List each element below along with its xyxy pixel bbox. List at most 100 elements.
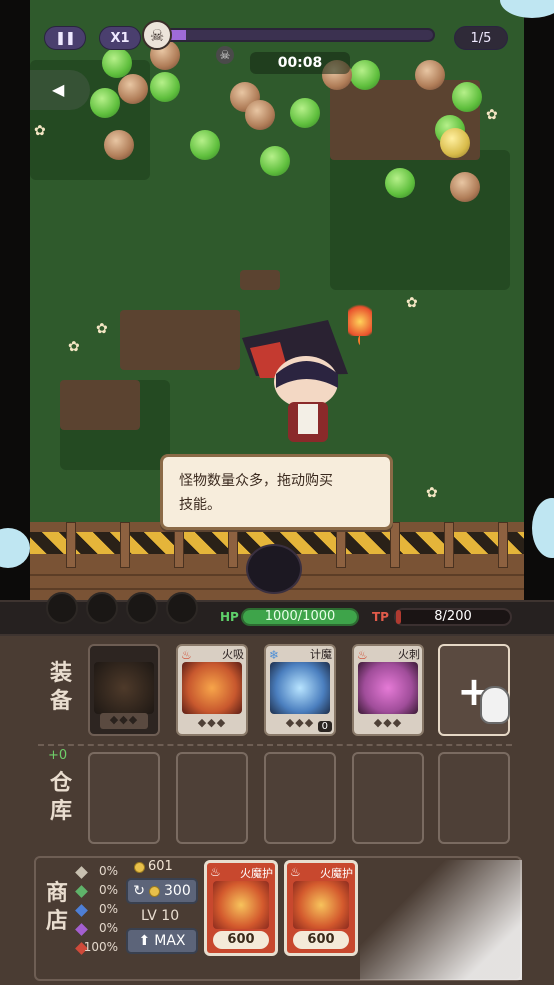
shop-item-name: 火魔护 (240, 867, 273, 880)
price-value: 600 (227, 932, 255, 947)
fire-icon: ♨ (181, 648, 192, 662)
slime-enemy (385, 168, 415, 198)
hp-label: HP (220, 610, 239, 624)
warehouse-slot[interactable] (176, 752, 248, 844)
card-stars: ◆◆◆ (197, 716, 227, 729)
bulb-enemy (245, 100, 275, 130)
fence-post (498, 522, 508, 568)
tornado-art (213, 881, 269, 929)
dirt-patch (120, 310, 240, 370)
refresh-button[interactable]: ↻ 300 (126, 878, 198, 904)
bulb-enemy (118, 74, 148, 104)
slime-enemy (102, 48, 132, 78)
fire-icon: ♨ (290, 865, 301, 879)
pause-button[interactable]: ❚❚ (44, 26, 86, 50)
hp-value: 1000/1000 (264, 609, 336, 624)
arrow-up-icon: ⬆ (138, 933, 151, 949)
slime-enemy (452, 82, 482, 112)
card-count-badge: 0 (317, 721, 332, 732)
upgrade-button[interactable]: ⬆ MAX (126, 928, 198, 954)
warehouse-slot[interactable] (264, 752, 336, 844)
ice-icon: ❄ (269, 648, 280, 662)
speed-button[interactable]: X1 (99, 26, 141, 50)
price-tag: 600 (213, 931, 269, 949)
fence-post (390, 522, 400, 568)
warehouse-label: 仓库 (49, 771, 72, 824)
tutorial-line-1: 怪物数量众多，拖动购买 (179, 473, 333, 489)
tutorial-tooltip: 怪物数量众多，拖动购买 技能。 (160, 454, 393, 530)
add-equipment-slot[interactable]: + (438, 644, 510, 736)
price-tag: 600 (293, 931, 349, 949)
flower-decoration: ✿ (34, 123, 46, 139)
card-name: 火刺 (398, 648, 420, 661)
gold-slime-enemy (440, 128, 470, 158)
card-name: 火吸 (222, 648, 244, 661)
pause-icon: ❚❚ (55, 30, 76, 46)
dark-grass-patch (330, 150, 510, 290)
row-divider (38, 744, 512, 746)
fire-flame-icon (348, 300, 372, 336)
card-stars: ◆◆◆ (100, 713, 148, 729)
shop-item-card[interactable]: ♨ 火魔护 600 (204, 860, 278, 956)
card-art (182, 662, 242, 714)
warehouse-slot[interactable] (438, 752, 510, 844)
card-art (358, 662, 418, 714)
rarity-odds: 0% (98, 864, 118, 878)
flower-decoration: ✿ (486, 107, 498, 123)
fire-icon: ♨ (210, 865, 221, 879)
fence-post (66, 522, 76, 568)
equipment-label: 装备 (49, 661, 72, 714)
slime-enemy (290, 98, 320, 128)
gold-amount: 601 (148, 859, 173, 874)
tp-label: TP (372, 610, 389, 624)
battlefield: ✿ ✿ ✿ ✿ ✿ ✿ (30, 0, 524, 530)
fence-post (120, 522, 130, 568)
bulb-enemy (104, 130, 134, 160)
fire-icon: ♨ (357, 648, 368, 662)
equipment-card-1[interactable]: ◆◆◆ (88, 644, 160, 736)
collapse-arrow-icon[interactable]: ◀ (30, 70, 90, 110)
skill-orb-slot (126, 592, 158, 624)
equipment-card-2[interactable]: ♨ 火吸 ◆◆◆ (176, 644, 248, 736)
pointing-hand-icon (480, 686, 510, 724)
dirt-patch (240, 270, 280, 290)
tornado-art (293, 881, 349, 929)
card-art (94, 662, 154, 714)
upgrade-label: MAX (154, 933, 186, 949)
rarity-odds: 100% (83, 940, 118, 954)
wave-counter: 1/5 (454, 26, 508, 50)
dirt-patch (60, 380, 140, 430)
equipment-card-3[interactable]: ❄ 计魔 ◆◆◆ 0 (264, 644, 336, 736)
slime-enemy (350, 60, 380, 90)
warehouse-slot[interactable] (352, 752, 424, 844)
shop-item-card[interactable]: ♨ 火魔护 600 (284, 860, 358, 956)
price-value: 600 (307, 932, 335, 947)
flower-decoration: ✿ (426, 485, 438, 501)
cauldron-icon (246, 544, 302, 594)
slime-enemy (190, 130, 220, 160)
equipment-card-4[interactable]: ♨ 火刺 ◆◆◆ (352, 644, 424, 736)
refresh-icon: ↻ (133, 883, 145, 899)
shop-level: LV 10 (141, 908, 180, 924)
flower-decoration: ✿ (406, 295, 418, 311)
tp-value: 8/200 (434, 609, 472, 624)
wave-counter-text: 1/5 (470, 30, 492, 46)
bulb-enemy (415, 60, 445, 90)
card-art (270, 662, 330, 714)
card-name: 计魔 (310, 648, 332, 661)
rarity-odds: 0% (98, 921, 118, 935)
skill-orb-slot (86, 592, 118, 624)
slime-enemy (90, 88, 120, 118)
screen-glare (360, 860, 522, 980)
rarity-odds: 0% (98, 883, 118, 897)
coin-icon (134, 862, 145, 873)
warehouse-bonus: +0 (48, 748, 68, 763)
wave-timer: 00:08 (250, 52, 350, 74)
witch-character (240, 318, 374, 448)
slime-enemy (150, 72, 180, 102)
flower-decoration: ✿ (68, 339, 80, 355)
flower-decoration: ✿ (96, 321, 108, 337)
warehouse-slot[interactable] (88, 752, 160, 844)
refresh-cost: 300 (164, 883, 191, 899)
shop-item-name: 火魔护 (320, 867, 353, 880)
